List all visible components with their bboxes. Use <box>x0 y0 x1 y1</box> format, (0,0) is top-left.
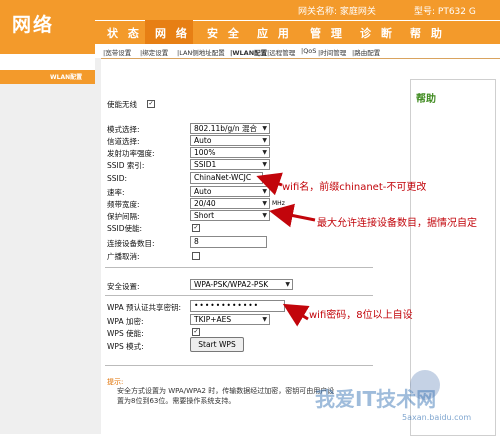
password-annotation: wifi密码，8位以上自设 <box>309 310 413 321</box>
clients-annotation: 最大允许连接设备数目，据情况自定 <box>317 218 477 229</box>
ssid-annotation: wifi名，前缀chinanet-不可更改 <box>282 182 427 193</box>
watermark-url: 5axan.baidu.com <box>402 413 472 422</box>
watermark: 我爱IT技术网 <box>315 387 437 411</box>
